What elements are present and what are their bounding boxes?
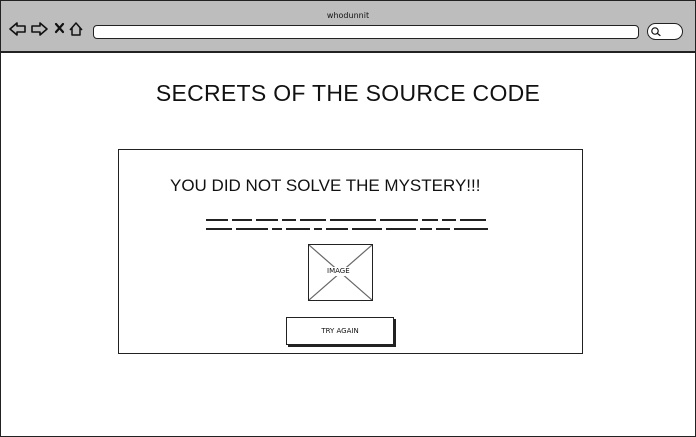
address-bar[interactable] (93, 25, 639, 39)
close-icon[interactable] (54, 22, 65, 34)
try-again-button[interactable]: TRY AGAIN (286, 317, 394, 345)
page-title: SECRETS OF THE SOURCE CODE (155, 80, 541, 106)
forward-arrow-icon[interactable] (31, 22, 48, 36)
result-panel: YOU DID NOT SOLVE THE MYSTERY!!! IMAGE T… (118, 149, 583, 354)
image-placeholder: IMAGE (308, 244, 373, 301)
home-icon[interactable] (69, 22, 83, 36)
image-label: IMAGE (326, 267, 351, 276)
browser-toolbar: whodunnit (1, 1, 695, 53)
search-button[interactable] (647, 23, 683, 40)
browser-window: whodunnit SECRETS OF THE SOURCE CODE YOU… (0, 0, 696, 437)
window-title: whodunnit (326, 11, 370, 20)
text-line-2 (206, 228, 488, 230)
text-line-1 (206, 219, 486, 221)
result-heading: YOU DID NOT SOLVE THE MYSTERY!!! (170, 176, 481, 195)
result-description (206, 216, 496, 236)
browser-nav-controls (9, 19, 87, 39)
page-content: SECRETS OF THE SOURCE CODE YOU DID NOT S… (1, 53, 695, 436)
search-icon (651, 27, 661, 37)
back-arrow-icon[interactable] (9, 22, 26, 36)
